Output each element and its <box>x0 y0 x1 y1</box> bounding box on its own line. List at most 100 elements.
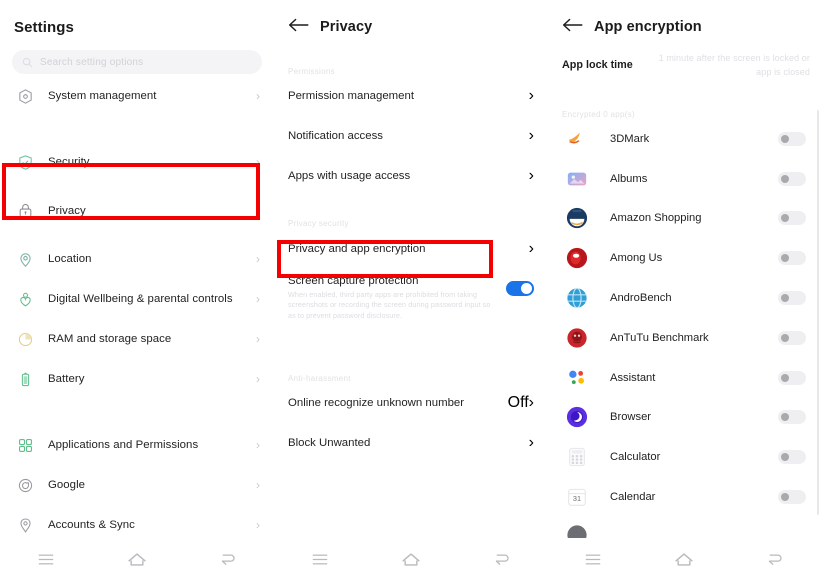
back-button[interactable] <box>485 548 519 570</box>
app-list-item[interactable]: 3DMark <box>548 119 820 159</box>
sidebar-item-battery[interactable]: Battery › <box>0 359 274 399</box>
privacy-item-label: Block Unwanted <box>288 437 371 450</box>
app-encryption-toggle[interactable] <box>778 370 806 385</box>
app-encryption-panel: App encryption App lock time 1 minute af… <box>548 0 820 580</box>
home-button[interactable] <box>394 548 428 570</box>
chevron-right-icon: › <box>528 434 534 452</box>
shield-check-icon <box>14 154 36 171</box>
system-management-icon <box>14 88 36 105</box>
app-list-item[interactable]: Among Us <box>548 238 820 278</box>
app-encryption-toggle[interactable] <box>778 330 806 345</box>
section-header-anti-harassment: Anti-harassment <box>288 374 351 384</box>
app-encryption-toggle[interactable] <box>778 131 806 146</box>
screen-capture-title: Screen capture protection <box>288 275 419 287</box>
chevron-right-icon: › <box>528 127 534 144</box>
app-encryption-toggle[interactable] <box>778 211 806 226</box>
recents-button[interactable] <box>29 548 63 570</box>
app-name: AnTuTu Benchmark <box>610 331 709 344</box>
screen-capture-texts: Screen capture protection When enabled, … <box>288 275 506 321</box>
back-arrow-icon[interactable] <box>288 17 314 37</box>
privacy-item-notification-access[interactable]: Notification access › <box>274 116 548 156</box>
app-name: Calculator <box>610 451 661 464</box>
privacy-item-label: Privacy and app encryption <box>288 242 426 255</box>
section-header-permissions: Permissions <box>288 67 335 76</box>
home-button[interactable] <box>667 548 701 570</box>
app-encryption-toggle[interactable] <box>778 171 806 186</box>
chevron-right-icon: › <box>256 89 260 103</box>
app-list-item[interactable]: AndroBench <box>548 278 820 318</box>
location-pin-icon <box>14 251 36 268</box>
chevron-right-icon: › <box>256 203 260 218</box>
back-arrow-icon[interactable] <box>562 17 588 37</box>
battery-icon <box>14 371 36 388</box>
privacy-item-label: Online recognize unknown number <box>288 397 465 410</box>
3dmark-icon <box>566 128 588 150</box>
app-list-item[interactable]: Calculator <box>548 437 820 477</box>
app-name: 3DMark <box>610 132 650 145</box>
app-encryption-toggle[interactable] <box>778 410 806 425</box>
sidebar-item-security[interactable]: Security › <box>0 142 274 182</box>
navigation-bar <box>0 538 274 580</box>
app-encryption-toggle[interactable] <box>778 450 806 465</box>
back-button[interactable] <box>211 548 245 570</box>
privacy-item-value: Off <box>507 394 529 412</box>
sidebar-item-applications-permissions[interactable]: Applications and Permissions › <box>0 425 274 465</box>
chevron-right-icon: › <box>256 372 260 386</box>
app-list-item[interactable]: Amazon Shopping <box>548 199 820 239</box>
sidebar-item-label: Applications and Permissions <box>48 439 199 451</box>
app-list-item-partial[interactable] <box>548 517 820 539</box>
app-list-item[interactable]: AnTuTu Benchmark <box>548 318 820 358</box>
sidebar-item-digital-wellbeing[interactable]: Digital Wellbeing & parental controls › <box>0 279 274 319</box>
app-name: Assistant <box>610 371 656 384</box>
privacy-item-block-unwanted[interactable]: Block Unwanted › <box>274 423 548 463</box>
app-name: Among Us <box>610 252 663 265</box>
app-list-item[interactable]: Assistant <box>548 358 820 398</box>
sidebar-item-label: Battery <box>48 373 85 385</box>
app-encryption-toggle[interactable] <box>778 291 806 306</box>
app-name: Browser <box>610 411 652 424</box>
privacy-item-permission-management[interactable]: Permission management › <box>274 76 548 116</box>
app-encryption-toggle[interactable] <box>778 490 806 505</box>
calculator-icon <box>566 446 588 468</box>
privacy-item-label: Notification access <box>288 130 383 142</box>
app-name: Amazon Shopping <box>610 212 702 225</box>
sidebar-item-label: Digital Wellbeing & parental controls <box>48 293 233 305</box>
search-input[interactable]: Search setting options <box>12 50 262 74</box>
sidebar-item-privacy[interactable]: Privacy › <box>0 182 274 239</box>
privacy-item-apps-usage-access[interactable]: Apps with usage access › <box>274 156 548 196</box>
app-list-item[interactable]: Albums <box>548 159 820 199</box>
settings-header: Settings <box>0 0 274 42</box>
app-lock-time-row[interactable]: App lock time 1 minute after the screen … <box>548 42 820 79</box>
page-title: Settings <box>14 18 74 36</box>
sidebar-item-google[interactable]: Google › <box>0 465 274 505</box>
section-header-privacy-security: Privacy security <box>288 219 349 228</box>
app-name: Calendar <box>610 491 656 504</box>
wellbeing-icon <box>14 291 36 308</box>
albums-icon <box>566 168 588 190</box>
chevron-right-icon: › <box>528 394 534 412</box>
navigation-bar <box>274 538 548 580</box>
sidebar-item-location[interactable]: Location › <box>0 239 274 279</box>
recents-button[interactable] <box>303 548 337 570</box>
section-header-encrypted-apps: Encrypted 0 app(s) <box>562 110 635 119</box>
scrollbar[interactable] <box>817 110 819 515</box>
sidebar-item-ram-storage[interactable]: RAM and storage space › <box>0 319 274 359</box>
privacy-item-privacy-and-app-encryption[interactable]: Privacy and app encryption › <box>274 228 548 269</box>
app-list-item[interactable]: Browser <box>548 398 820 438</box>
home-button[interactable] <box>120 548 154 570</box>
recents-button[interactable] <box>576 548 610 570</box>
app-list-item[interactable]: 31 Calendar <box>548 477 820 517</box>
sidebar-item-label: Security <box>48 156 90 168</box>
sidebar-item-label: Google <box>48 479 86 491</box>
sidebar-item-system-management[interactable]: System management › <box>0 76 274 116</box>
screen-capture-toggle[interactable] <box>506 281 534 296</box>
screen-capture-protection-row[interactable]: Screen capture protection When enabled, … <box>274 269 548 321</box>
sidebar-item-label: RAM and storage space <box>48 333 172 345</box>
three-panel-screenshot: Settings Search setting options System m… <box>0 0 820 580</box>
sidebar-item-label: Location <box>48 253 92 265</box>
back-button[interactable] <box>758 548 792 570</box>
app-encryption-toggle[interactable] <box>778 251 806 266</box>
privacy-item-online-recognize-unknown-number[interactable]: Online recognize unknown number Off › <box>274 383 548 423</box>
